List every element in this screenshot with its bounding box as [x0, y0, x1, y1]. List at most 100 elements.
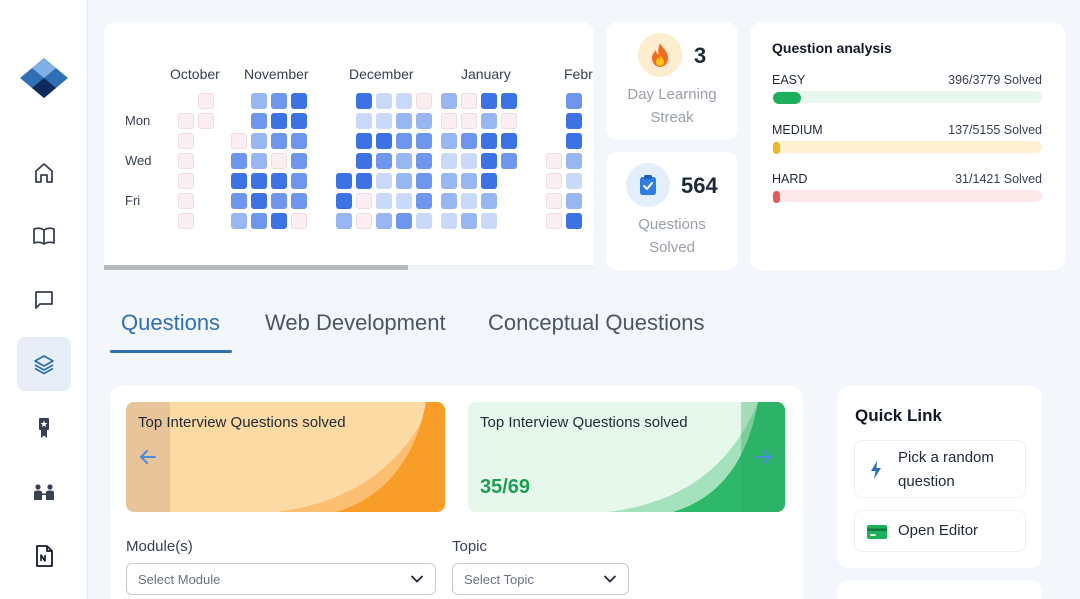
- tab-questions[interactable]: Questions: [121, 310, 220, 336]
- heatmap-cell[interactable]: [251, 193, 267, 209]
- heatmap-cell[interactable]: [481, 153, 497, 169]
- heatmap-cell[interactable]: [396, 153, 412, 169]
- heatmap-cell[interactable]: [178, 213, 194, 229]
- heatmap-cell[interactable]: [441, 133, 457, 149]
- heatmap-cell[interactable]: [251, 133, 267, 149]
- app-logo[interactable]: [18, 56, 70, 102]
- tab-conceptual-questions[interactable]: Conceptual Questions: [488, 310, 704, 336]
- sidebar-item-chat[interactable]: [17, 273, 71, 327]
- heatmap-cell[interactable]: [356, 153, 372, 169]
- heatmap-cell[interactable]: [251, 213, 267, 229]
- heatmap-cell[interactable]: [461, 173, 477, 189]
- sidebar-item-layers[interactable]: [17, 337, 71, 391]
- heatmap-cell[interactable]: [291, 113, 307, 129]
- heatmap-cell[interactable]: [566, 133, 582, 149]
- heatmap-cell[interactable]: [396, 93, 412, 109]
- heatmap-cell[interactable]: [566, 153, 582, 169]
- heatmap-cell[interactable]: [416, 173, 432, 189]
- heatmap-cell[interactable]: [441, 113, 457, 129]
- heatmap-cell[interactable]: [501, 153, 517, 169]
- heatmap-scrollbar[interactable]: [104, 265, 594, 270]
- heatmap-cell[interactable]: [416, 113, 432, 129]
- heatmap-cell[interactable]: [291, 133, 307, 149]
- heatmap-cell[interactable]: [291, 153, 307, 169]
- heatmap-cell[interactable]: [441, 153, 457, 169]
- topic-select[interactable]: Select Topic: [452, 563, 629, 595]
- heatmap-cell[interactable]: [501, 93, 517, 109]
- heatmap-cell[interactable]: [376, 153, 392, 169]
- module-select[interactable]: Select Module: [126, 563, 436, 595]
- heatmap-cell[interactable]: [416, 193, 432, 209]
- heatmap-cell[interactable]: [271, 173, 287, 189]
- heatmap-cell[interactable]: [271, 93, 287, 109]
- heatmap-cell[interactable]: [376, 193, 392, 209]
- heatmap-cell[interactable]: [251, 173, 267, 189]
- heatmap-cell[interactable]: [546, 193, 562, 209]
- heatmap-cell[interactable]: [481, 193, 497, 209]
- heatmap-cell[interactable]: [481, 93, 497, 109]
- heatmap-cell[interactable]: [481, 213, 497, 229]
- heatmap-cell[interactable]: [461, 193, 477, 209]
- heatmap-cell[interactable]: [546, 173, 562, 189]
- heatmap-cell[interactable]: [271, 133, 287, 149]
- sidebar-item-book[interactable]: [17, 209, 71, 263]
- heatmap-cell[interactable]: [501, 113, 517, 129]
- heatmap-cell[interactable]: [231, 213, 247, 229]
- sidebar-item-home[interactable]: [17, 146, 71, 200]
- heatmap-cell[interactable]: [271, 193, 287, 209]
- heatmap-cell[interactable]: [441, 93, 457, 109]
- heatmap-cell[interactable]: [356, 133, 372, 149]
- heatmap-cell[interactable]: [231, 133, 247, 149]
- heatmap-cell[interactable]: [356, 173, 372, 189]
- scrollbar-thumb[interactable]: [104, 265, 408, 270]
- heatmap-cell[interactable]: [566, 113, 582, 129]
- heatmap-cell[interactable]: [271, 213, 287, 229]
- heatmap-cell[interactable]: [251, 93, 267, 109]
- heatmap-cell[interactable]: [198, 113, 214, 129]
- heatmap-cell[interactable]: [376, 93, 392, 109]
- heatmap-cell[interactable]: [356, 193, 372, 209]
- heatmap-cell[interactable]: [396, 173, 412, 189]
- heatmap-cell[interactable]: [376, 173, 392, 189]
- heatmap-cell[interactable]: [501, 133, 517, 149]
- heatmap-cell[interactable]: [461, 93, 477, 109]
- heatmap-cell[interactable]: [291, 173, 307, 189]
- heatmap-cell[interactable]: [336, 193, 352, 209]
- pick-random-question-button[interactable]: Pick a random question: [854, 440, 1026, 498]
- heatmap-cell[interactable]: [546, 153, 562, 169]
- heatmap-cell[interactable]: [416, 213, 432, 229]
- heatmap-cell[interactable]: [336, 173, 352, 189]
- heatmap-cell[interactable]: [178, 133, 194, 149]
- heatmap-cell[interactable]: [178, 153, 194, 169]
- heatmap-cell[interactable]: [291, 93, 307, 109]
- heatmap-cell[interactable]: [441, 213, 457, 229]
- heatmap-cell[interactable]: [481, 133, 497, 149]
- heatmap-cell[interactable]: [441, 173, 457, 189]
- heatmap-cell[interactable]: [291, 213, 307, 229]
- sidebar-item-community[interactable]: [17, 465, 71, 519]
- heatmap-cell[interactable]: [178, 113, 194, 129]
- heatmap-cell[interactable]: [356, 93, 372, 109]
- heatmap-cell[interactable]: [376, 133, 392, 149]
- heatmap-cell[interactable]: [481, 173, 497, 189]
- heatmap-cell[interactable]: [566, 173, 582, 189]
- heatmap-cell[interactable]: [198, 93, 214, 109]
- heatmap-cell[interactable]: [376, 213, 392, 229]
- heatmap-cell[interactable]: [396, 213, 412, 229]
- heatmap-cell[interactable]: [441, 193, 457, 209]
- heatmap-cell[interactable]: [546, 213, 562, 229]
- heatmap-cell[interactable]: [178, 173, 194, 189]
- heatmap-cell[interactable]: [461, 153, 477, 169]
- heatmap-cell[interactable]: [178, 193, 194, 209]
- heatmap-cell[interactable]: [461, 133, 477, 149]
- open-editor-button[interactable]: Open Editor: [854, 510, 1026, 552]
- promo-card-orange[interactable]: Top Interview Questions solved: [126, 402, 445, 512]
- heatmap-cell[interactable]: [461, 213, 477, 229]
- heatmap-cell[interactable]: [566, 213, 582, 229]
- heatmap-cell[interactable]: [416, 93, 432, 109]
- heatmap-cell[interactable]: [566, 93, 582, 109]
- heatmap-cell[interactable]: [231, 173, 247, 189]
- sidebar-item-notebook[interactable]: [17, 529, 71, 583]
- heatmap-cell[interactable]: [231, 193, 247, 209]
- promo-card-green[interactable]: Top Interview Questions solved 35/69: [468, 402, 785, 512]
